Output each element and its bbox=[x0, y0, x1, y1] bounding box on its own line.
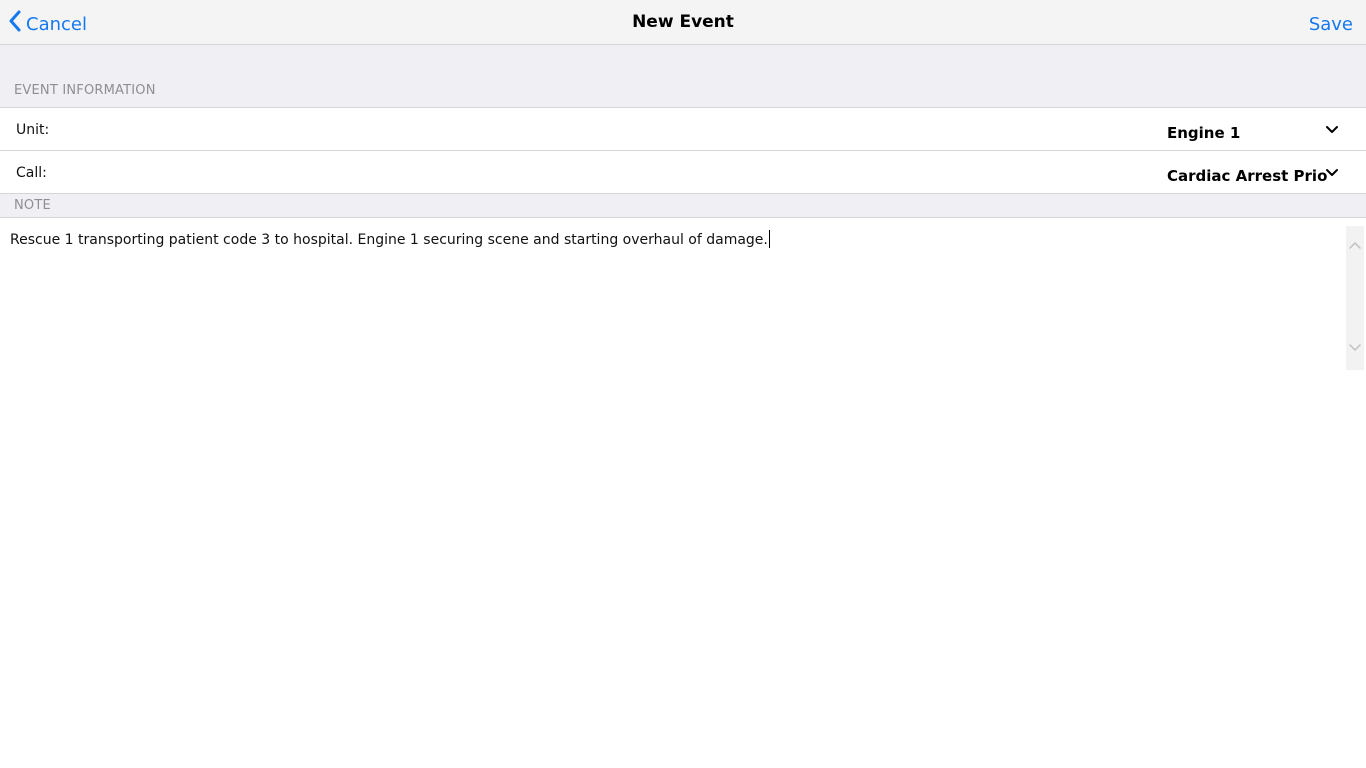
chevron-left-icon bbox=[9, 10, 21, 32]
text-caret bbox=[768, 230, 770, 248]
chevron-down-icon[interactable] bbox=[1325, 124, 1339, 136]
page-title-container: New Event bbox=[0, 12, 1366, 32]
call-label: Call: bbox=[16, 165, 47, 181]
cancel-button[interactable]: Cancel bbox=[8, 10, 87, 38]
call-row[interactable]: Call: Cardiac Arrest Prio bbox=[0, 150, 1366, 193]
note-section-bar: NOTE bbox=[0, 193, 1366, 218]
note-textarea[interactable]: Rescue 1 transporting patient code 3 to … bbox=[0, 218, 1346, 370]
scroll-up-icon[interactable] bbox=[1349, 240, 1361, 250]
note-text-container: Rescue 1 transporting patient code 3 to … bbox=[10, 230, 770, 248]
unit-row[interactable]: Unit: Engine 1 bbox=[0, 107, 1366, 150]
section-header-note: NOTE bbox=[14, 198, 51, 213]
section-header-event-information: EVENT INFORMATION bbox=[14, 83, 156, 98]
cancel-label: Cancel bbox=[26, 13, 87, 35]
unit-label: Unit: bbox=[16, 122, 50, 138]
save-button[interactable]: Save bbox=[1309, 14, 1353, 35]
unit-value[interactable]: Engine 1 bbox=[1167, 124, 1240, 142]
chevron-down-icon[interactable] bbox=[1325, 167, 1339, 179]
section-spacer: EVENT INFORMATION bbox=[0, 45, 1366, 107]
navigation-bar: Cancel New Event Save bbox=[0, 0, 1366, 45]
page-title: New Event bbox=[632, 12, 734, 32]
note-scrollbar[interactable] bbox=[1346, 226, 1364, 370]
call-value[interactable]: Cardiac Arrest Prio bbox=[1167, 167, 1327, 185]
scroll-down-icon[interactable] bbox=[1349, 343, 1361, 353]
note-text: Rescue 1 transporting patient code 3 to … bbox=[10, 232, 768, 248]
